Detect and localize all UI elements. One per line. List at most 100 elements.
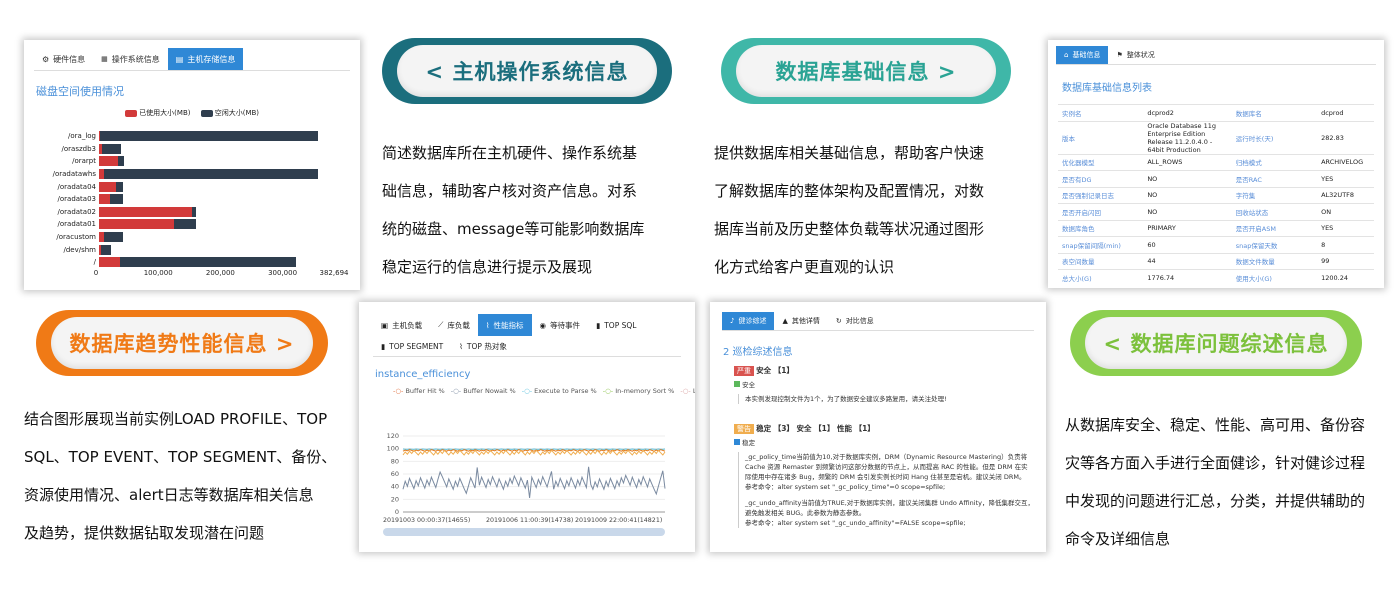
severe-text: 本实例发现控制文件为1个，为了数据安全建议多路复用，请关注处理!	[738, 394, 1034, 404]
info-key: 数据库名	[1231, 104, 1318, 121]
info-value: 1200.24	[1317, 269, 1374, 286]
desc-db-trend: 结合图形展现当前实例LOAD PROFILE、TOP SQL、TOP EVENT、…	[24, 410, 337, 542]
info-row: 是否有DG NO 是否RAC YES	[1058, 170, 1374, 187]
db-basic-card: ⌂ 基础信息 ⚑ 整体状况 数据库基础信息列表 实例名 dcprod2 数据库名 dcpr…	[1048, 40, 1384, 288]
chart-icon: ⚑	[1116, 51, 1123, 59]
tab-other-details[interactable]: ▲ 其他详情	[774, 312, 827, 330]
db-basic-title: 数据库基础信息列表	[1062, 83, 1152, 94]
series-line	[402, 449, 666, 452]
warning-badge: 警告	[734, 424, 754, 434]
legend-item[interactable]: -○- Buffer Hit %	[393, 387, 445, 395]
tab-hardware[interactable]: ⚙ 硬件信息	[34, 48, 93, 70]
disk-bar-segment	[120, 257, 296, 268]
disk-bar-label: /oradata01	[57, 220, 96, 229]
info-key: 是否RAC	[1231, 170, 1318, 187]
disk-chart-title: 磁盘空间使用情况	[36, 85, 124, 98]
legend-item[interactable]: -○- In-memory Sort %	[603, 387, 675, 395]
disk-bar-label: /oradata03	[57, 195, 96, 204]
desc-host-os: 简述数据库所在主机硬件、操作系统基 础信息，辅助客户核对资产信息。对系 统的磁盘、…	[382, 144, 645, 276]
windows-icon: ▦	[101, 55, 108, 63]
info-row: 数据库角色 PRIMARY 是否开启ASM YES	[1058, 219, 1374, 237]
disk-legend: 已使用大小(MB) 空闲大小(MB)	[24, 108, 360, 118]
bar-chart-icon: ▮	[596, 320, 601, 330]
info-row: 优化器模型 ALL_ROWS 归档模式 ARCHIVELOG	[1058, 153, 1374, 171]
series-line	[402, 466, 666, 498]
tab-storage[interactable]: ▤ 主机存储信息	[167, 48, 244, 70]
info-value: 8	[1317, 236, 1374, 253]
info-key: 回收站状态	[1231, 203, 1318, 220]
tab-wait-events[interactable]: ◉ 等待事件	[532, 314, 589, 336]
info-value: YES	[1317, 219, 1374, 237]
efficiency-line-chart: 0 20 40 60 80 100 120 20191003 00:00:37(14655) 2…	[383, 432, 666, 536]
disk-tabs: ⚙ 硬件信息 ▦ 操作系统信息 ▤ 主机存储信息	[34, 48, 350, 71]
info-key: 是否有DG	[1058, 170, 1144, 187]
pill-db-problem[interactable]: < 数据库问题综述信息	[1070, 310, 1362, 376]
severe-header: 安全 【1】	[756, 366, 794, 375]
tab-top-sql[interactable]: ▮ TOP SQL	[588, 314, 644, 336]
y-tick: 0	[395, 508, 399, 516]
disk-bar-segment	[99, 206, 193, 217]
disk-icon: ▤	[175, 54, 184, 64]
legend-item[interactable]: -○- Buffer Nowait %	[451, 387, 516, 395]
efficiency-legend: -○- Buffer Hit % -○- Buffer Nowait % -○- E…	[393, 386, 695, 397]
info-value: 1776.74	[1143, 269, 1232, 286]
disk-bar-segment	[99, 194, 111, 205]
info-value: 60	[1143, 236, 1232, 253]
disk-bar-label: /dev/shm	[63, 245, 96, 254]
disk-bar-segment	[117, 156, 124, 167]
disk-bar-row: /dev/shm	[34, 243, 334, 256]
bar-chart-icon: ▮	[381, 341, 386, 351]
info-key: 使用大小(G)	[1231, 269, 1318, 286]
tab-overall[interactable]: ⚑ 整体状况	[1108, 46, 1162, 64]
tab-perf-metrics[interactable]: ⌇ 性能指标	[477, 314, 532, 336]
info-value: 282.83	[1317, 120, 1374, 154]
disk-bar-row: /oradata02	[34, 206, 334, 219]
info-key: 字符集	[1231, 186, 1318, 204]
info-key: 是否强制记录日志	[1058, 186, 1144, 204]
disk-bar-label: /orarpt	[72, 157, 96, 166]
info-row: 实例名 dcprod2 数据库名 dcprod	[1058, 104, 1374, 121]
info-key: 数据库角色	[1058, 219, 1144, 237]
info-row: 总大小(G) 1776.74 使用大小(G) 1200.24	[1058, 269, 1374, 286]
info-value: AL32UTF8	[1317, 186, 1374, 204]
desc-db-problem: 从数据库安全、稳定、性能、高可用、备份容 灾等各方面入手进行全面健诊，针对健诊过程…	[1065, 416, 1366, 548]
warning-icon: ▲	[782, 317, 788, 325]
tab-os[interactable]: ▦ 操作系统信息	[93, 48, 168, 70]
disk-x-tick: 300,000	[268, 269, 298, 277]
disk-bar-segment	[99, 257, 121, 268]
zoom-slider[interactable]	[383, 528, 665, 536]
tab-compare[interactable]: ↻ 对比信息	[828, 312, 882, 330]
disk-bar-row: /ora_log	[34, 130, 334, 143]
tab-basic-info[interactable]: ⌂ 基础信息	[1056, 46, 1109, 64]
info-key: 数据文件数量	[1231, 252, 1318, 270]
disk-bar-label: /ora_log	[68, 132, 96, 141]
warning-cmd-2: 参考命令：alter system set "_gc_undo_affinity…	[745, 519, 966, 527]
disk-x-tick: 100,000	[143, 269, 173, 277]
info-row: 版本 Oracle Database 11g Enterprise Edition…	[1058, 120, 1374, 154]
pill-host-os[interactable]: < 主机操作系统信息	[382, 38, 672, 104]
tab-top-hot-objects[interactable]: ⌇ TOP 热对象	[451, 335, 515, 357]
x-tick: 20191003 00:00:37(14655)	[383, 517, 470, 524]
tab-host-load[interactable]: ▣ 主机负载	[373, 314, 430, 336]
pill-db-trend[interactable]: 数据库趋势性能信息 >	[36, 310, 328, 376]
y-tick: 40	[391, 483, 399, 491]
legend-item[interactable]: -○- Execute to Parse %	[522, 387, 597, 395]
pill-db-basic[interactable]: 数据库基础信息 >	[721, 38, 1011, 104]
tab-health-summary[interactable]: ♪ 健诊综述	[722, 312, 775, 330]
info-value: dcprod2	[1143, 104, 1232, 121]
efficiency-title: instance_efficiency	[375, 369, 471, 380]
disk-bar-row: /oradatawhs	[34, 168, 334, 181]
tab-top-segment[interactable]: ▮ TOP SEGMENT	[373, 335, 451, 357]
legend-item[interactable]: -○- Latch Hit %	[680, 387, 695, 395]
pulse-icon: ⌇	[485, 320, 490, 330]
tab-db-load[interactable]: ⟋ 库负载	[430, 314, 478, 336]
info-row: 是否强制记录日志 NO 字符集 AL32UTF8	[1058, 186, 1374, 204]
disk-bar-row: /oracustom	[34, 231, 334, 244]
disk-x-tick: 0	[93, 269, 99, 277]
y-tick: 120	[387, 432, 399, 440]
info-key: 是否开启ASM	[1231, 219, 1318, 237]
disk-bar-segment	[100, 244, 111, 255]
disk-bar-row: /oraszdb3	[34, 143, 334, 156]
info-key: 归档模式	[1231, 153, 1318, 171]
info-value: NO	[1143, 203, 1232, 220]
